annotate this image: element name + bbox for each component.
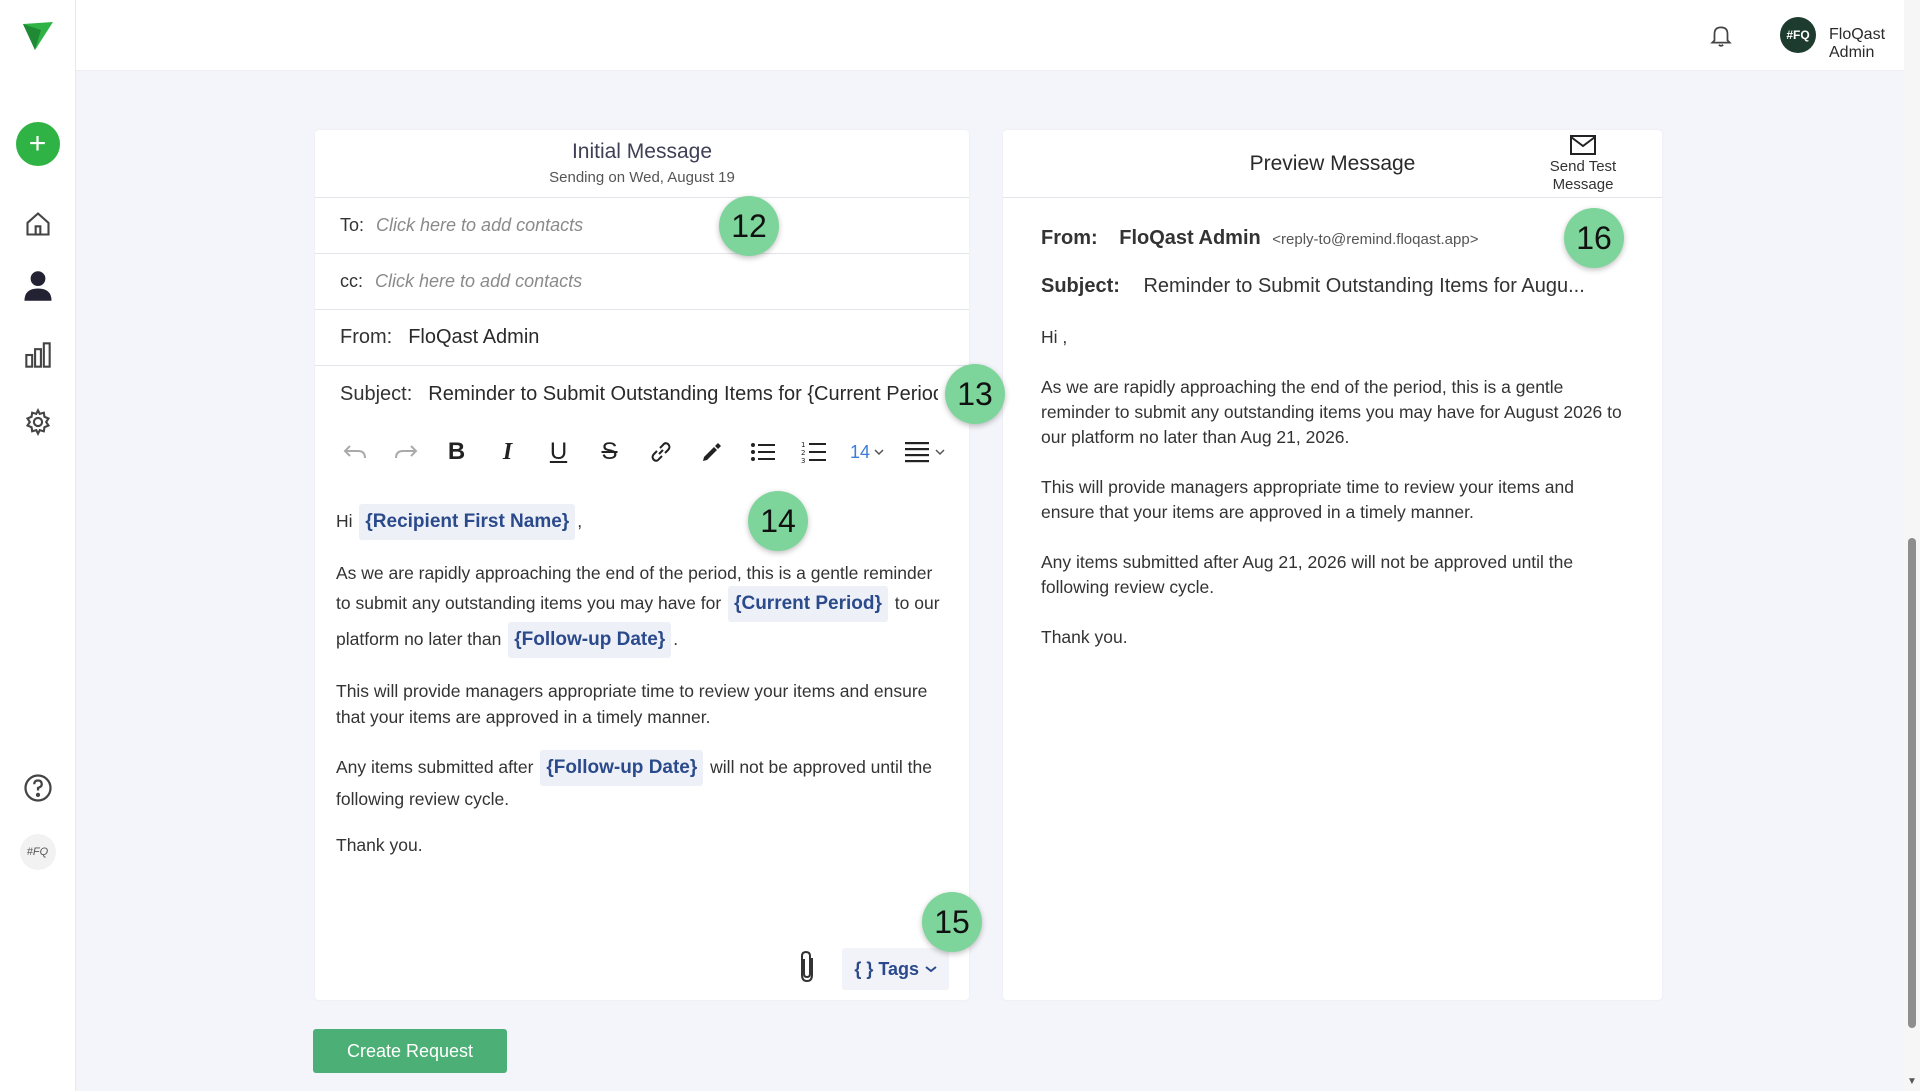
preview-subject-label: Subject:: [1041, 275, 1120, 297]
send-test-label: Send Test Message: [1549, 158, 1617, 193]
preview-from-address: <reply-to@remind.floqast.app>: [1272, 231, 1479, 248]
chevron-down-icon: [935, 449, 945, 456]
cc-field[interactable]: cc: Click here to add contacts: [315, 254, 969, 310]
message-editor[interactable]: Hi {Recipient First Name}, As we are rap…: [315, 482, 969, 858]
numbered-list-icon[interactable]: 123: [788, 432, 839, 472]
subject-label: Subject:: [340, 382, 413, 405]
greeting-line: Hi {Recipient First Name},: [336, 504, 948, 540]
chevron-down-icon: [874, 449, 884, 456]
redo-icon[interactable]: [380, 432, 431, 472]
current-period-tag[interactable]: {Current Period}: [728, 586, 888, 622]
help-icon[interactable]: [20, 770, 56, 806]
preview-body: From: FloQast Admin <reply-to@remind.flo…: [1003, 198, 1662, 703]
align-select[interactable]: [895, 432, 955, 472]
subject-field[interactable]: Subject: Reminder to Submit Outstanding …: [315, 366, 969, 422]
preview-from: From: FloQast Admin <reply-to@remind.flo…: [1041, 226, 1624, 252]
preview-from-label: From:: [1041, 227, 1098, 249]
editor-footer: { } Tags: [796, 948, 949, 990]
paragraph-1: As we are rapidly approaching the end of…: [336, 560, 948, 658]
paragraph-3-text: Any items submitted after: [336, 757, 534, 777]
compose-header: Initial Message Sending on Wed, August 1…: [315, 130, 969, 198]
scrollbar-thumb[interactable]: [1908, 538, 1916, 1028]
envelope-icon: [1570, 135, 1596, 155]
scroll-down-icon[interactable]: ▼: [1907, 1076, 1917, 1087]
chart-icon[interactable]: [20, 337, 56, 373]
font-size-value: 14: [849, 441, 871, 462]
chevron-down-icon: [925, 966, 937, 973]
to-placeholder[interactable]: Click here to add contacts: [376, 215, 583, 236]
align-justify-icon: [905, 442, 929, 463]
preview-from-name: FloQast Admin: [1119, 227, 1261, 249]
recipient-name-tag[interactable]: {Recipient First Name}: [359, 504, 576, 540]
bold-icon[interactable]: B: [431, 432, 482, 472]
strikethrough-icon[interactable]: S: [584, 432, 635, 472]
tags-button[interactable]: { } Tags: [842, 948, 949, 990]
user-icon[interactable]: [20, 268, 56, 304]
avatar[interactable]: #FQ: [1780, 17, 1816, 53]
preview-subject-value: Reminder to Submit Outstanding Items for…: [1143, 275, 1585, 297]
greeting-text: Hi: [336, 511, 353, 531]
undo-icon[interactable]: [329, 432, 380, 472]
svg-text:3: 3: [801, 457, 805, 464]
to-label: To:: [340, 215, 365, 235]
bullet-list-icon[interactable]: [737, 432, 788, 472]
font-size-select[interactable]: 14: [839, 432, 895, 472]
tags-label: { } Tags: [854, 958, 919, 979]
add-button[interactable]: +: [15, 122, 60, 166]
follow-up-date-tag[interactable]: {Follow-up Date}: [508, 622, 672, 658]
step-badge-14: 14: [748, 491, 808, 551]
editor-toolbar: B I U S 123 14: [315, 422, 969, 482]
send-test-button[interactable]: Send Test Message: [1523, 134, 1643, 194]
floqast-logo-icon[interactable]: [20, 18, 56, 54]
preview-header: Preview Message Send Test Message: [1003, 130, 1662, 198]
color-picker-icon[interactable]: [686, 432, 737, 472]
preview-paragraph-4: Thank you.: [1041, 627, 1128, 647]
compose-subtitle: Sending on Wed, August 19: [549, 169, 735, 186]
from-value: FloQast Admin: [408, 326, 540, 348]
step-badge-15: 15: [922, 892, 982, 952]
to-field[interactable]: To: Click here to add contacts: [315, 198, 969, 254]
preview-paragraph-1: As we are rapidly approaching the end of…: [1041, 377, 1622, 447]
svg-text:2: 2: [801, 449, 805, 457]
paragraph-4: Thank you.: [336, 835, 423, 855]
sidebar: + #FQ: [0, 0, 76, 1091]
subject-input[interactable]: Reminder to Submit Outstanding Items for…: [428, 383, 938, 406]
compose-title: Initial Message: [571, 140, 713, 163]
preview-panel: Preview Message Send Test Message From: …: [1003, 130, 1662, 1000]
step-badge-16: 16: [1564, 208, 1624, 268]
step-badge-13: 13: [945, 364, 1005, 424]
create-request-button[interactable]: Create Request: [313, 1029, 507, 1073]
from-field: From: FloQast Admin: [315, 310, 969, 366]
top-bar: #FQ FloQast Admin: [76, 0, 1920, 71]
follow-up-date-tag[interactable]: {Follow-up Date}: [540, 750, 704, 786]
underline-icon[interactable]: U: [533, 432, 584, 472]
preview-paragraph-2: This will provide managers appropriate t…: [1041, 477, 1575, 522]
step-badge-12: 12: [719, 196, 779, 256]
home-icon[interactable]: [20, 206, 56, 242]
link-icon[interactable]: [635, 432, 686, 472]
paragraph-1-period: .: [673, 629, 679, 649]
compose-panel: Initial Message Sending on Wed, August 1…: [315, 130, 969, 1000]
paragraph-2: This will provide managers appropriate t…: [336, 681, 928, 727]
preview-greeting: Hi ,: [1041, 327, 1068, 347]
preview-subject: Subject: Reminder to Submit Outstanding …: [1041, 274, 1624, 299]
gear-icon[interactable]: [20, 404, 56, 440]
paragraph-3: Any items submitted after {Follow-up Dat…: [336, 750, 948, 812]
italic-icon[interactable]: I: [482, 432, 533, 472]
svg-text:1: 1: [801, 441, 805, 449]
bell-icon[interactable]: [1708, 22, 1736, 50]
greeting-comma: ,: [577, 511, 583, 531]
paperclip-icon[interactable]: [796, 950, 824, 988]
page-scrollbar[interactable]: ▼: [1904, 0, 1920, 1091]
cc-label: cc:: [340, 271, 364, 291]
cc-placeholder[interactable]: Click here to add contacts: [375, 271, 582, 292]
preview-paragraph-3: Any items submitted after Aug 21, 2026 w…: [1041, 552, 1574, 597]
from-label: From:: [340, 326, 393, 348]
brand-badge[interactable]: #FQ: [19, 834, 56, 870]
